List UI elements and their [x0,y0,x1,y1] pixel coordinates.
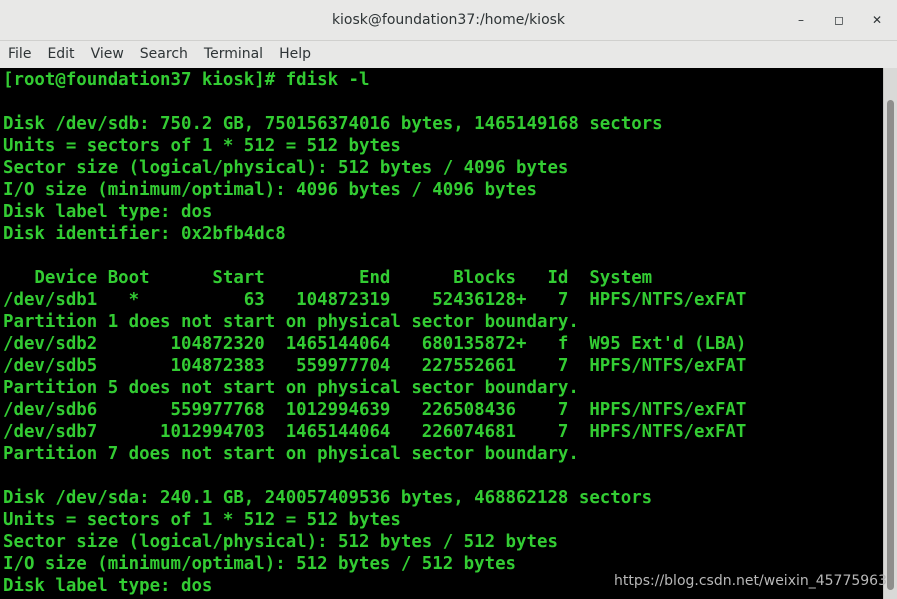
menu-bar: File Edit View Search Terminal Help [0,41,897,68]
terminal-line: Sector size (logical/physical): 512 byte… [3,158,569,178]
terminal-line: Partition 5 does not start on physical s… [3,378,579,398]
terminal-line: Disk label type: dos [3,202,213,222]
terminal-line: I/O size (minimum/optimal): 512 bytes / … [3,554,517,574]
terminal-line: Disk identifier: 0x2bfb4dc8 [3,224,286,244]
scrollbar-thumb[interactable] [887,100,894,590]
window-title: kiosk@foundation37:/home/kiosk [331,12,566,28]
terminal-line: Disk /dev/sda: 240.1 GB, 240057409536 by… [3,488,653,508]
terminal-line: /dev/sdb7 1012994703 1465144064 22607468… [3,422,747,442]
terminal-line: Units = sectors of 1 * 512 = 512 bytes [3,510,401,530]
terminal-line: Units = sectors of 1 * 512 = 512 bytes [3,136,401,156]
watermark: https://blog.csdn.net/weixin_45775963 [613,573,887,589]
menu-edit[interactable]: Edit [39,41,82,68]
menu-help[interactable]: Help [271,41,319,68]
menu-view[interactable]: View [83,41,132,68]
title-bar: kiosk@foundation37:/home/kiosk – ◻ ✕ [0,0,897,41]
terminal-line: /dev/sdb5 104872383 559977704 227552661 … [3,356,747,376]
terminal-line: Partition 7 does not start on physical s… [3,444,579,464]
terminal-line: [root@foundation37 kiosk]# fdisk -l [3,70,370,90]
terminal-line: Disk /dev/sdb: 750.2 GB, 750156374016 by… [3,114,663,134]
maximize-icon[interactable]: ◻ [829,10,849,30]
menu-search[interactable]: Search [132,41,196,68]
terminal-line: Disk label type: dos [3,576,213,596]
terminal-line: Partition 1 does not start on physical s… [3,312,579,332]
terminal-output[interactable]: [root@foundation37 kiosk]# fdisk -l Disk … [0,68,883,599]
minimize-icon[interactable]: – [791,10,811,30]
terminal-line: /dev/sdb1 * 63 104872319 52436128+ 7 HPF… [3,290,747,310]
terminal-line: /dev/sdb2 104872320 1465144064 680135872… [3,334,747,354]
terminal-line: /dev/sdb6 559977768 1012994639 226508436… [3,400,747,420]
menu-file[interactable]: File [0,41,39,68]
menu-terminal[interactable]: Terminal [196,41,271,68]
terminal-line: I/O size (minimum/optimal): 4096 bytes /… [3,180,537,200]
terminal-line: Device Boot Start End Blocks Id System [3,268,653,288]
terminal-line: Sector size (logical/physical): 512 byte… [3,532,558,552]
vertical-scrollbar[interactable] [883,68,897,599]
close-icon[interactable]: ✕ [867,10,887,30]
